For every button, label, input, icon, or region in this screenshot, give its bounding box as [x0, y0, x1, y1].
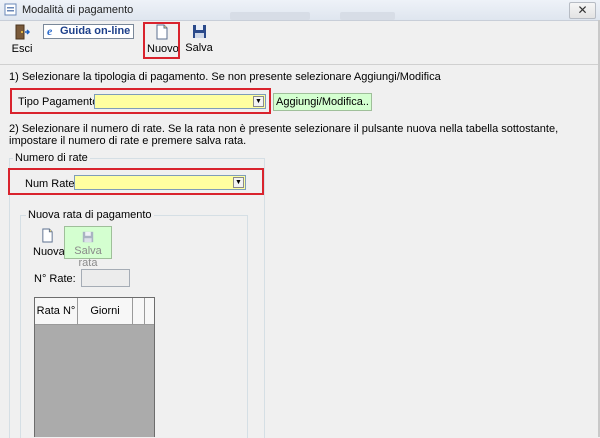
tipo-pagamento-label: Tipo Pagamento: [18, 96, 102, 108]
esci-button[interactable]: Esci [8, 24, 36, 55]
nuova-rata-button[interactable]: Nuova [33, 228, 65, 258]
column-header-empty [133, 298, 145, 324]
window-app-icon [4, 3, 17, 16]
step2-instruction-line1: 2) Selezionare il numero di rate. Se la … [9, 123, 559, 135]
step1-instruction: 1) Selezionare la tipologia di pagamento… [9, 71, 441, 83]
step2-instruction-line2: impostare il numero di rate e premere sa… [9, 135, 247, 147]
nuovo-highlight-box [143, 22, 180, 59]
save-floppy-icon [192, 25, 206, 38]
rate-table[interactable]: Rata N° Giorni [34, 297, 155, 437]
column-header-rata-n[interactable]: Rata N° [35, 298, 78, 324]
nuova-rata-label: Nuova [33, 246, 65, 258]
close-button[interactable]: ✕ [569, 2, 596, 19]
numero-rate-legend: Numero di rate [13, 152, 90, 164]
table-header-row: Rata N° Giorni [35, 298, 154, 325]
num-rate-label: Num Rate: [25, 178, 78, 190]
num-rate-combo[interactable]: ▼ [74, 175, 246, 190]
window-title: Modalità di pagamento [22, 4, 134, 16]
nuova-rata-legend: Nuova rata di pagamento [26, 209, 154, 221]
background-window-ghost [230, 12, 310, 20]
salva-rata-button[interactable]: Salva rata [64, 226, 112, 269]
chevron-down-icon[interactable]: ▼ [253, 96, 264, 107]
guida-online-button[interactable]: e Guida on-line [43, 24, 134, 39]
save-floppy-icon [82, 231, 94, 243]
aggiungi-modifica-button[interactable]: Aggiungi/Modifica.. [273, 93, 372, 111]
esci-label: Esci [11, 43, 33, 55]
n-rate-input[interactable] [81, 269, 130, 287]
background-window-ghost [340, 12, 395, 20]
title-bar: Modalità di pagamento ✕ [0, 0, 600, 21]
chevron-down-icon[interactable]: ▼ [233, 177, 244, 188]
tipo-pagamento-combo[interactable]: ▼ [94, 94, 266, 109]
ie-icon: e [47, 24, 53, 38]
toolbar-divider [0, 64, 600, 65]
salva-label: Salva [185, 42, 213, 54]
guida-online-label: Guida on-line [60, 25, 131, 37]
salva-button[interactable]: Salva [184, 24, 214, 54]
column-header-giorni[interactable]: Giorni [78, 298, 133, 324]
new-document-icon [42, 228, 53, 243]
n-rate-label: N° Rate: [34, 273, 76, 285]
salva-rata-label: Salva rata [74, 245, 102, 269]
exit-door-icon [15, 24, 30, 40]
